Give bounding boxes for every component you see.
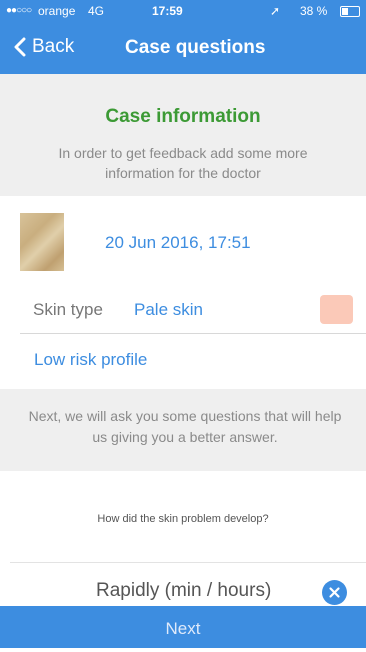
case-photo-thumbnail[interactable] bbox=[20, 213, 64, 271]
skin-color-swatch bbox=[320, 295, 353, 324]
status-bar: ●●○○○ orange 4G 17:59 ➚ 38 % bbox=[0, 0, 366, 22]
signal-strength: ●●○○○ bbox=[6, 5, 32, 16]
back-label: Back bbox=[32, 36, 75, 57]
carrier-name: orange bbox=[38, 4, 76, 18]
case-info-heading: Case information bbox=[105, 106, 261, 127]
status-time: 17:59 bbox=[152, 4, 183, 18]
next-button[interactable]: Next bbox=[0, 606, 366, 648]
battery-icon bbox=[340, 6, 360, 17]
selected-answer[interactable]: Rapidly (min / hours) bbox=[96, 580, 271, 602]
risk-profile-link[interactable]: Low risk profile bbox=[34, 350, 147, 370]
answer-picker[interactable]: Rapidly (min / hours) bbox=[10, 562, 366, 607]
close-icon bbox=[329, 587, 340, 598]
page-title: Case questions bbox=[125, 37, 266, 58]
next-info-text: Next, we will ask you some questions tha… bbox=[28, 408, 342, 445]
case-date[interactable]: 20 Jun 2016, 17:51 bbox=[105, 233, 251, 253]
case-info-text: In order to get feedback add some more i… bbox=[58, 145, 308, 181]
chevron-left-icon bbox=[14, 37, 26, 57]
navigation-bar: Back Case questions bbox=[0, 22, 366, 74]
skin-type-row[interactable]: Skin type Pale skin bbox=[20, 288, 366, 334]
case-info-panel: Case information In order to get feedbac… bbox=[0, 74, 366, 196]
network-type: 4G bbox=[88, 4, 105, 18]
next-info-panel: Next, we will ask you some questions tha… bbox=[0, 389, 366, 471]
question-text: How did the skin problem develop? bbox=[97, 513, 269, 525]
skin-type-label: Skin type bbox=[33, 300, 103, 319]
skin-type-value: Pale skin bbox=[134, 300, 203, 319]
clear-answer-button[interactable] bbox=[322, 580, 347, 605]
location-icon: ➚ bbox=[270, 4, 281, 18]
back-button[interactable]: Back bbox=[14, 36, 74, 58]
battery-percent: 38 % bbox=[300, 4, 328, 18]
